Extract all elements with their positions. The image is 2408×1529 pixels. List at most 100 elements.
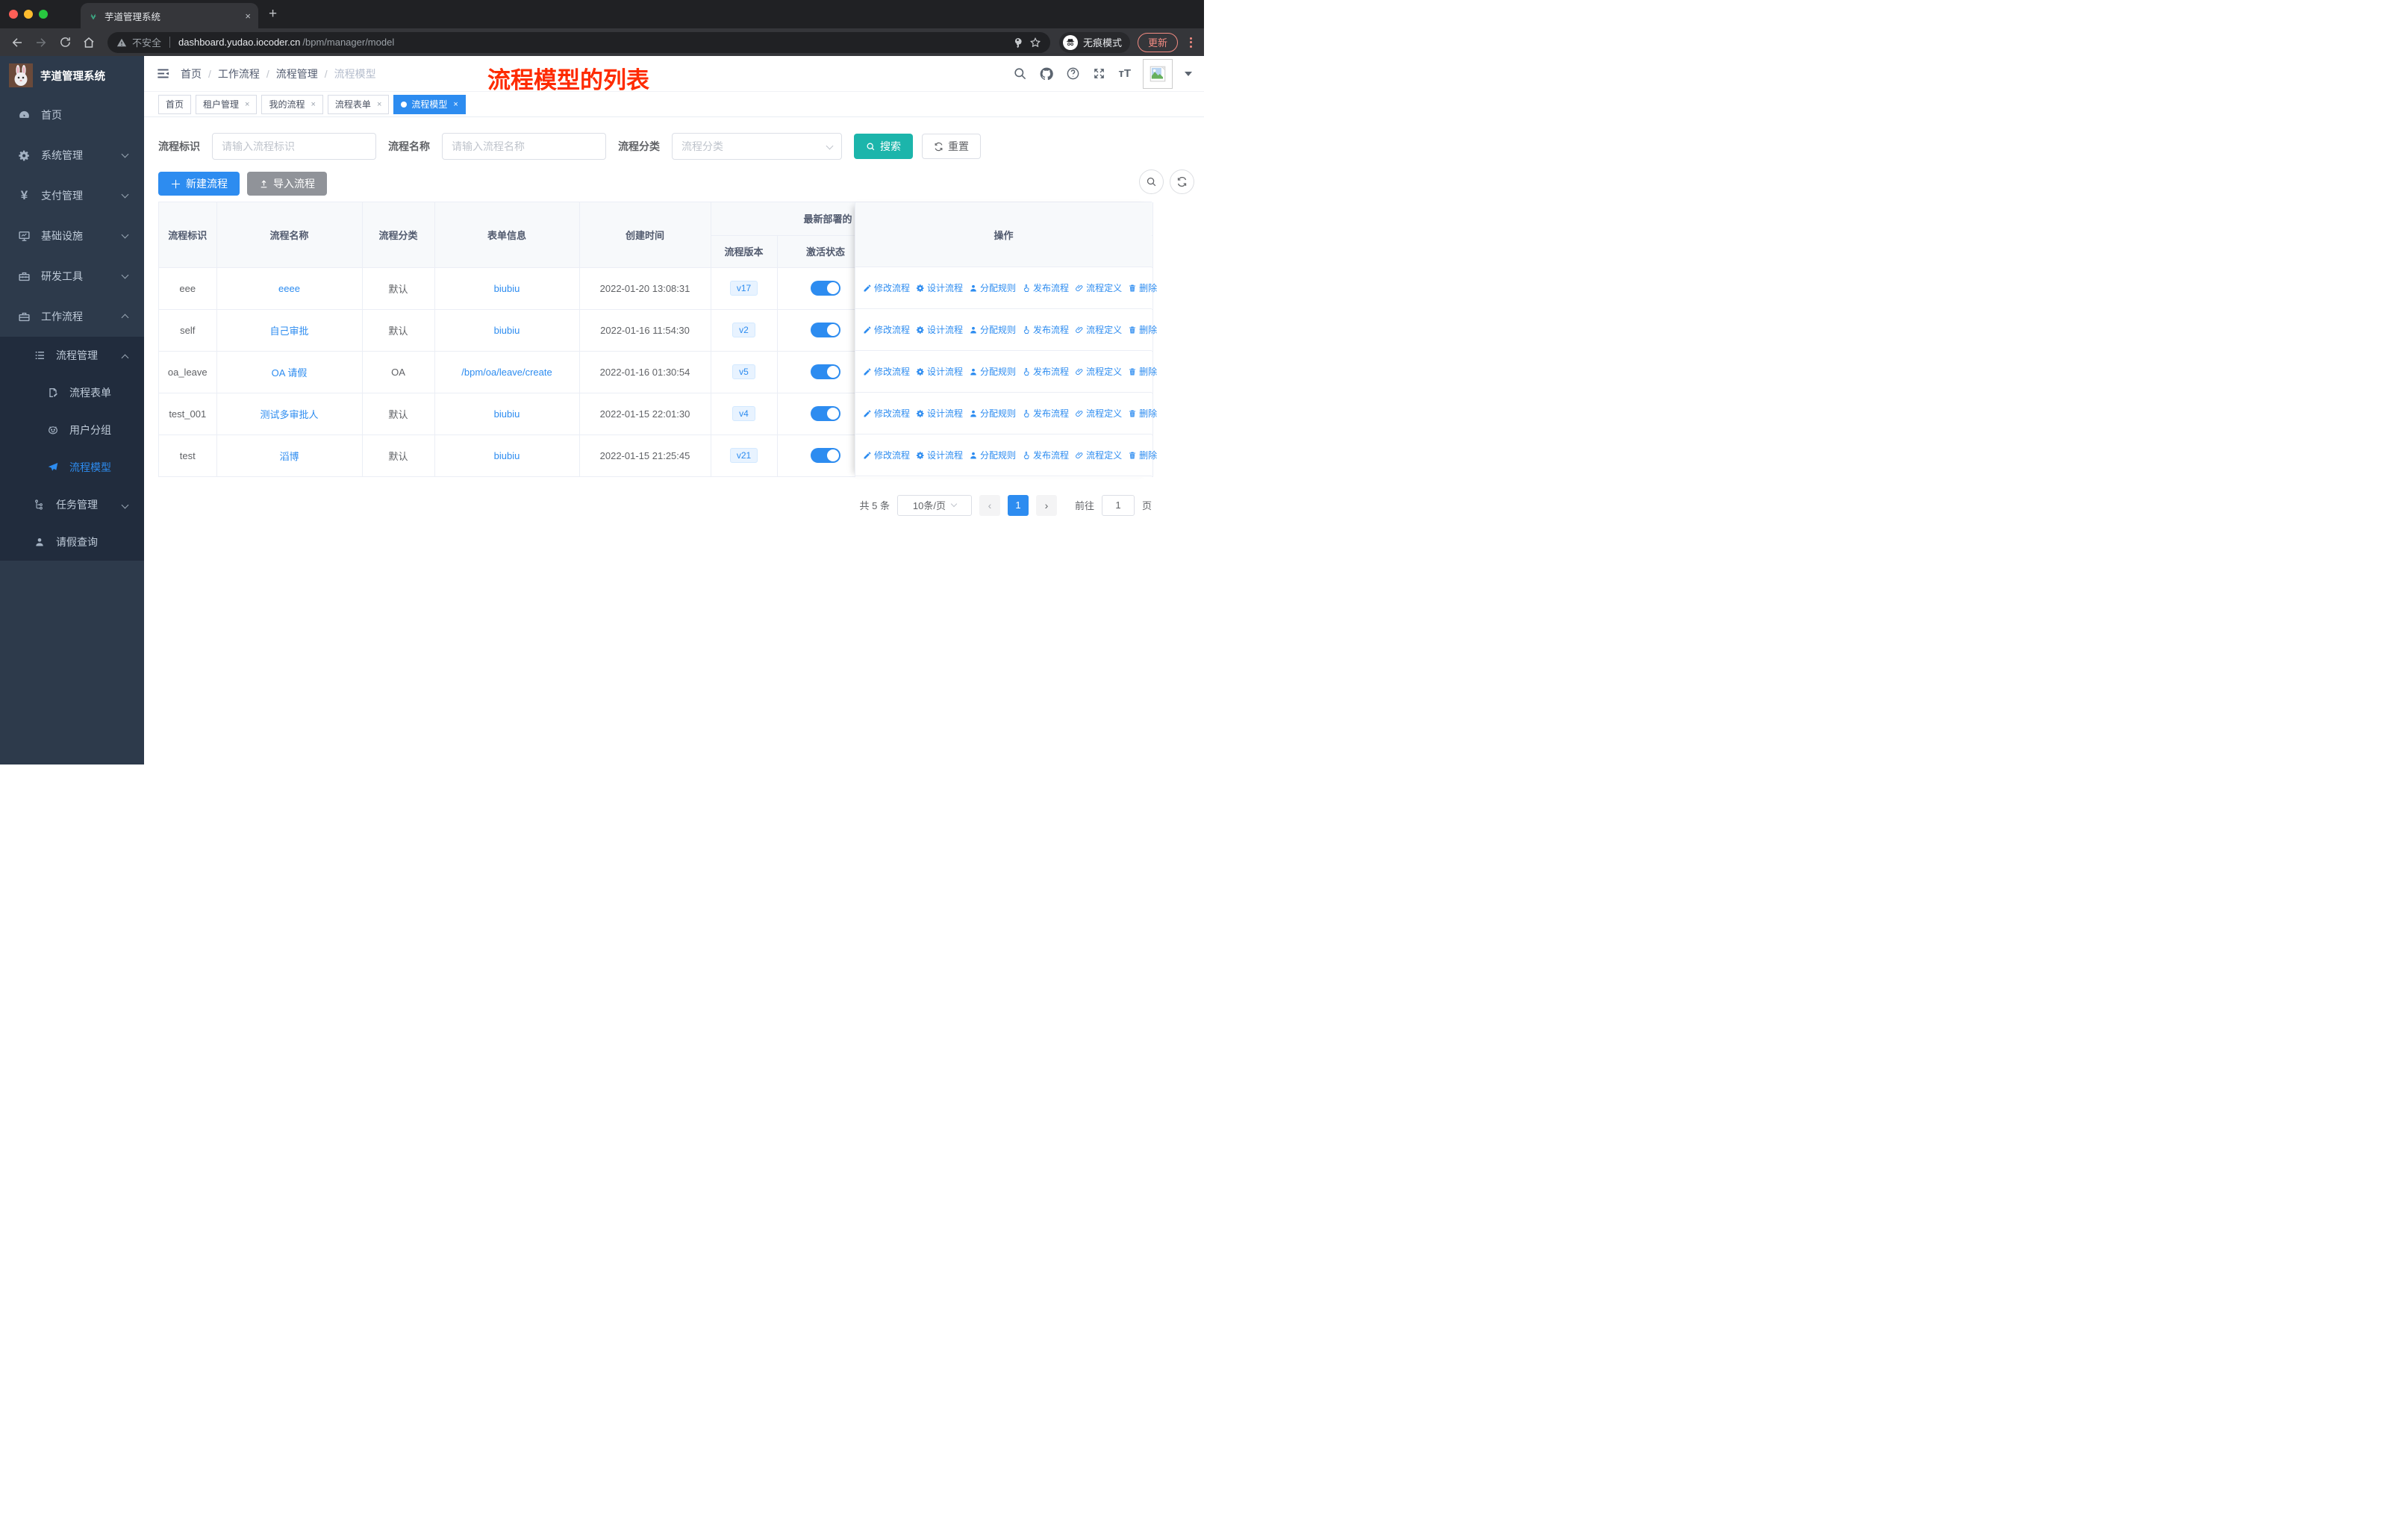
tag-close-icon[interactable]: ×	[311, 100, 315, 109]
edit-process-link[interactable]: 修改流程	[863, 449, 910, 461]
status-toggle[interactable]	[811, 448, 840, 463]
assign-rule-link[interactable]: 分配规则	[969, 365, 1016, 378]
tag-close-icon[interactable]: ×	[377, 100, 381, 109]
status-toggle[interactable]	[811, 281, 840, 296]
process-definition-link[interactable]: 流程定义	[1075, 281, 1122, 294]
tag-my-process[interactable]: 我的流程 ×	[261, 94, 323, 114]
publish-process-link[interactable]: 发布流程	[1022, 281, 1069, 294]
help-icon[interactable]	[1066, 66, 1080, 81]
form-info-link[interactable]: biubiu	[494, 450, 520, 461]
sidebar-collapse-icon[interactable]	[156, 66, 170, 81]
next-page-button[interactable]: ›	[1035, 494, 1057, 516]
sidebar-item-process-form[interactable]: 流程表单	[0, 374, 144, 411]
breadcrumb-workflow[interactable]: 工作流程	[218, 66, 260, 81]
edit-process-link[interactable]: 修改流程	[863, 407, 910, 420]
edit-process-link[interactable]: 修改流程	[863, 281, 910, 294]
publish-process-link[interactable]: 发布流程	[1022, 365, 1069, 378]
forward-icon[interactable]	[31, 33, 51, 52]
sidebar-item-system[interactable]: 系统管理	[0, 135, 144, 175]
sidebar-item-home[interactable]: 首页	[0, 95, 144, 135]
security-label[interactable]: 不安全	[132, 35, 161, 49]
status-toggle[interactable]	[811, 406, 840, 421]
tag-tenant[interactable]: 租户管理 ×	[196, 94, 258, 114]
status-toggle[interactable]	[811, 323, 840, 337]
design-process-link[interactable]: 设计流程	[916, 449, 963, 461]
window-controls[interactable]	[0, 10, 58, 19]
sidebar-item-process-mgmt[interactable]: 流程管理	[0, 337, 144, 374]
sidebar-item-payment[interactable]: ¥ 支付管理	[0, 175, 144, 216]
close-window-button[interactable]	[9, 10, 18, 19]
page-1-button[interactable]: 1	[1007, 494, 1029, 516]
tab-close-icon[interactable]: ×	[245, 10, 251, 22]
github-icon[interactable]	[1039, 66, 1054, 81]
url-bar[interactable]: 不安全 dashboard.yudao.iocoder.cn/bpm/manag…	[107, 31, 1050, 53]
assign-rule-link[interactable]: 分配规则	[969, 407, 1016, 420]
browser-menu-icon[interactable]	[1185, 37, 1197, 48]
show-search-button[interactable]	[1139, 169, 1164, 194]
process-name-input[interactable]	[442, 133, 606, 160]
process-definition-link[interactable]: 流程定义	[1075, 449, 1122, 461]
process-definition-link[interactable]: 流程定义	[1075, 365, 1122, 378]
avatar-caret-icon[interactable]	[1185, 71, 1192, 76]
sidebar-item-devtools[interactable]: 研发工具	[0, 256, 144, 296]
home-icon[interactable]	[79, 33, 99, 52]
goto-page-input[interactable]	[1101, 494, 1135, 516]
security-warning-icon[interactable]	[116, 37, 127, 48]
process-definition-link[interactable]: 流程定义	[1075, 407, 1122, 420]
form-info-link[interactable]: biubiu	[494, 408, 520, 420]
sidebar-item-infra[interactable]: 基础设施	[0, 216, 144, 256]
edit-process-link[interactable]: 修改流程	[863, 323, 910, 336]
process-definition-link[interactable]: 流程定义	[1075, 323, 1122, 336]
sidebar-item-task-mgmt[interactable]: 任务管理	[0, 486, 144, 523]
delete-link[interactable]: 删除	[1128, 281, 1157, 294]
form-info-link[interactable]: biubiu	[494, 325, 520, 336]
tag-close-icon[interactable]: ×	[245, 100, 249, 109]
new-tab-button[interactable]: +	[269, 6, 277, 22]
tag-process-form[interactable]: 流程表单 ×	[327, 94, 390, 114]
process-name-link[interactable]: OA 请假	[272, 367, 308, 379]
sidebar-item-user-group[interactable]: 用户分组	[0, 411, 144, 449]
tag-process-model[interactable]: 流程模型 ×	[393, 94, 466, 114]
browser-tab[interactable]: 芋道管理系统 ×	[81, 3, 258, 28]
avatar[interactable]	[1143, 58, 1173, 89]
publish-process-link[interactable]: 发布流程	[1022, 449, 1069, 461]
delete-link[interactable]: 删除	[1128, 407, 1157, 420]
back-icon[interactable]	[7, 33, 27, 52]
search-button[interactable]: 搜索	[854, 134, 913, 159]
category-select[interactable]: 流程分类	[672, 133, 842, 160]
reload-icon[interactable]	[55, 33, 75, 52]
design-process-link[interactable]: 设计流程	[916, 407, 963, 420]
maximize-window-button[interactable]	[39, 10, 48, 19]
assign-rule-link[interactable]: 分配规则	[969, 449, 1016, 461]
publish-process-link[interactable]: 发布流程	[1022, 407, 1069, 420]
refresh-table-button[interactable]	[1170, 169, 1194, 194]
key-icon[interactable]	[1012, 37, 1024, 49]
prev-page-button[interactable]: ‹	[979, 494, 1000, 516]
delete-link[interactable]: 删除	[1128, 365, 1157, 378]
page-size-select[interactable]: 10条/页	[896, 494, 972, 516]
delete-link[interactable]: 删除	[1128, 323, 1157, 336]
font-size-icon[interactable]: тT	[1118, 67, 1131, 80]
search-icon[interactable]	[1013, 66, 1027, 81]
sidebar-item-leave-query[interactable]: 请假查询	[0, 523, 144, 561]
publish-process-link[interactable]: 发布流程	[1022, 323, 1069, 336]
design-process-link[interactable]: 设计流程	[916, 365, 963, 378]
delete-link[interactable]: 删除	[1128, 449, 1157, 461]
tag-close-icon[interactable]: ×	[453, 100, 458, 109]
fullscreen-icon[interactable]	[1092, 66, 1106, 81]
update-button[interactable]: 更新	[1137, 32, 1178, 52]
sidebar-item-process-model[interactable]: 流程模型	[0, 449, 144, 486]
process-key-input[interactable]	[212, 133, 376, 160]
process-name-link[interactable]: 自己审批	[269, 326, 308, 337]
process-name-link[interactable]: 测试多审批人	[260, 409, 318, 420]
design-process-link[interactable]: 设计流程	[916, 323, 963, 336]
create-process-button[interactable]: ＋ 新建流程	[158, 172, 240, 196]
form-info-link[interactable]: biubiu	[494, 283, 520, 294]
assign-rule-link[interactable]: 分配规则	[969, 281, 1016, 294]
breadcrumb-process-mgmt[interactable]: 流程管理	[276, 66, 318, 81]
status-toggle[interactable]	[811, 364, 840, 379]
sidebar-item-workflow[interactable]: 工作流程	[0, 296, 144, 337]
design-process-link[interactable]: 设计流程	[916, 281, 963, 294]
reset-button[interactable]: 重置	[922, 134, 981, 159]
form-info-link[interactable]: /bpm/oa/leave/create	[461, 367, 552, 378]
